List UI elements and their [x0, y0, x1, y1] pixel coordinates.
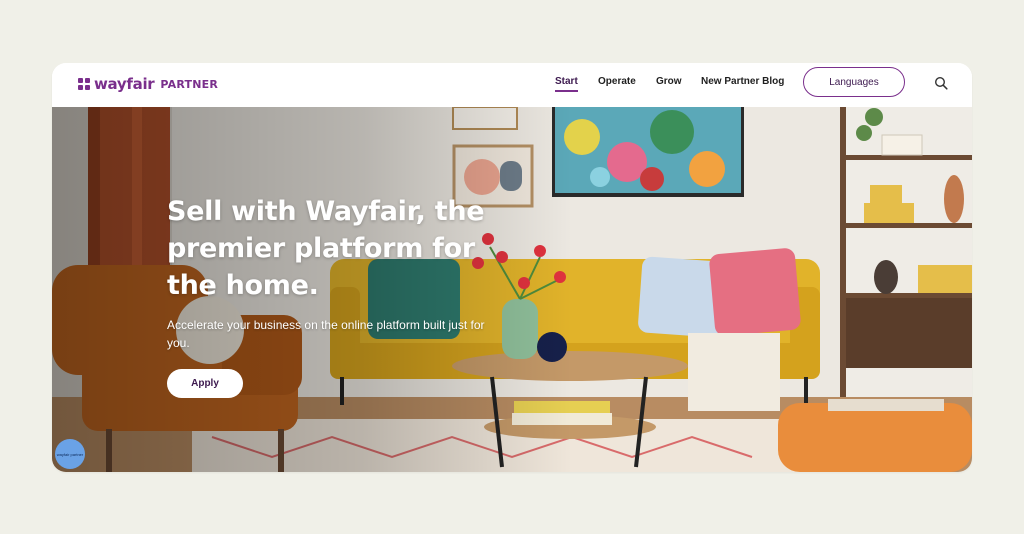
- logo-mark-icon: [78, 78, 90, 90]
- search-icon[interactable]: [934, 76, 948, 90]
- hero-title-line: premier platform for: [167, 233, 475, 264]
- hero-title: Sell with Wayfair, the premier platform …: [167, 193, 527, 304]
- apply-button[interactable]: Apply: [167, 369, 243, 398]
- languages-button[interactable]: Languages: [803, 67, 905, 97]
- browser-frame: wayfair PARTNER Start Operate Grow New P…: [52, 63, 972, 472]
- nav-item-operate[interactable]: Operate: [598, 76, 636, 87]
- logo-partner-label: PARTNER: [160, 77, 219, 91]
- site-header: wayfair PARTNER Start Operate Grow New P…: [52, 63, 972, 107]
- hero-title-line: the home.: [167, 270, 319, 301]
- hero-title-line: Sell with Wayfair, the: [167, 196, 485, 227]
- hero-section: Sell with Wayfair, the premier platform …: [52, 107, 972, 472]
- hero-subtitle: Accelerate your business on the online p…: [167, 318, 485, 350]
- chat-launcher-button[interactable]: wayfair partner: [55, 439, 85, 469]
- nav-item-start[interactable]: Start: [555, 76, 578, 92]
- wayfair-partner-logo[interactable]: wayfair PARTNER: [78, 74, 218, 94]
- logo-wordmark: wayfair: [94, 75, 155, 93]
- nav-item-grow[interactable]: Grow: [656, 76, 682, 87]
- nav-item-new-partner-blog[interactable]: New Partner Blog: [701, 76, 784, 87]
